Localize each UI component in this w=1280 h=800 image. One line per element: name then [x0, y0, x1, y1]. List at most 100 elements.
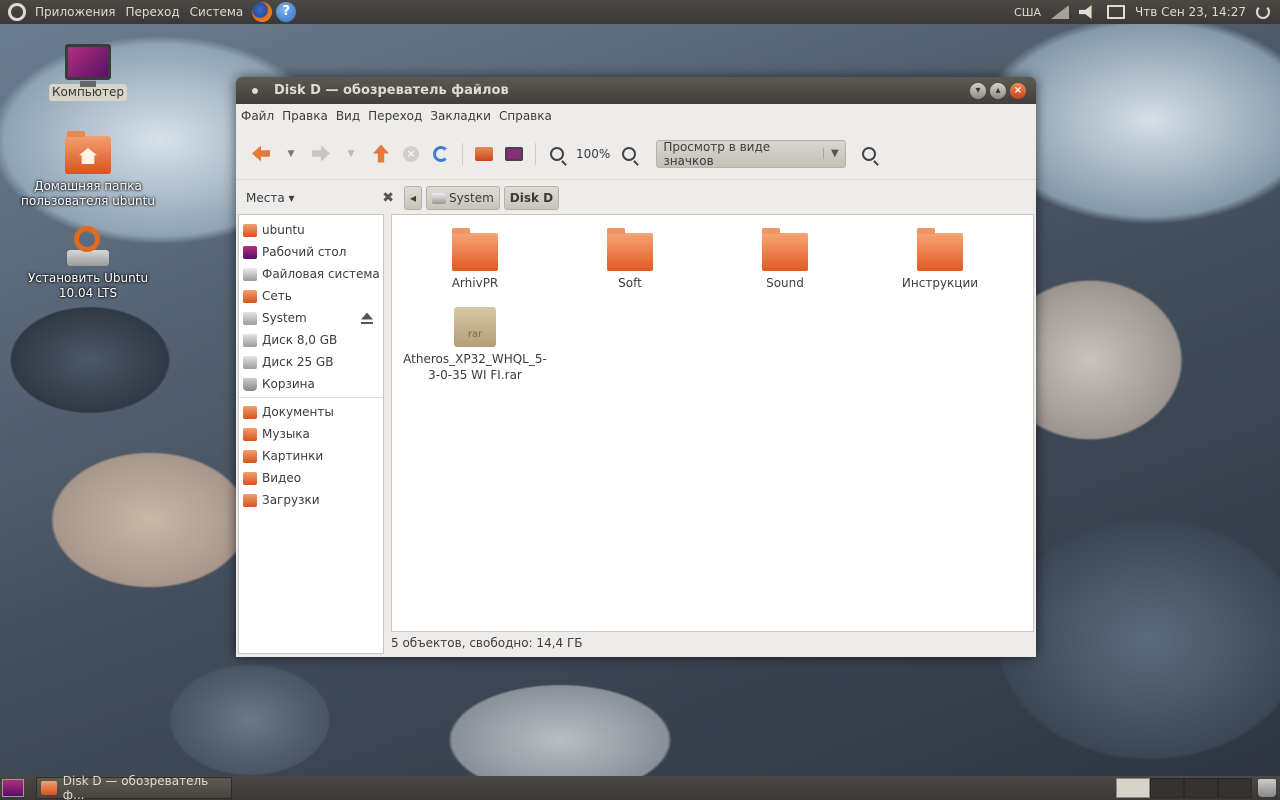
file-view[interactable]: ArhivPR Soft Sound Инструкции rar Athero… — [391, 214, 1034, 632]
menu-help[interactable]: Справка — [495, 109, 556, 123]
desktop-icon-label: Домашняя папка пользователя ubuntu — [21, 179, 155, 208]
menu-places[interactable]: Переход — [121, 5, 185, 19]
zoom-in-icon — [622, 146, 637, 161]
file-name: Sound — [766, 276, 804, 290]
folder-icon — [607, 228, 653, 271]
eject-icon[interactable] — [361, 313, 373, 324]
breadcrumb-disk-d[interactable]: Disk D — [503, 186, 560, 210]
show-desktop-icon[interactable] — [2, 779, 24, 797]
sidebar-separator — [239, 397, 383, 398]
computer-button[interactable] — [503, 143, 525, 165]
network-icon[interactable] — [1050, 5, 1069, 19]
back-button[interactable] — [250, 143, 272, 165]
view-mode-select[interactable]: Просмотр в виде значков ▼ — [656, 139, 847, 168]
sidebar-item-videos[interactable]: Видео — [239, 467, 383, 489]
stop-icon: × — [403, 145, 419, 162]
sidebar-item-disk-25gb[interactable]: Диск 25 GB — [239, 351, 383, 373]
workspace-2[interactable] — [1150, 778, 1184, 798]
toolbar-separator — [535, 142, 536, 165]
menu-bookmarks[interactable]: Закладки — [426, 109, 495, 123]
workspace-3[interactable] — [1184, 778, 1218, 798]
file-manager-icon — [41, 781, 57, 795]
trash-icon[interactable] — [1258, 779, 1276, 797]
clock[interactable]: Чтв Сен 23, 14:27 — [1135, 5, 1246, 19]
sidebar-item-label: Документы — [262, 405, 334, 419]
window-menu-icon[interactable] — [252, 87, 258, 94]
sidebar-item-network[interactable]: Сеть — [239, 285, 383, 307]
power-icon[interactable] — [1256, 5, 1270, 19]
zoom-level[interactable]: 100% — [576, 147, 610, 161]
zoom-out-button[interactable] — [546, 143, 568, 165]
zoom-in-button[interactable] — [618, 143, 640, 165]
sidebar-item-label: Картинки — [262, 449, 324, 463]
file-item[interactable]: rar Atheros_XP32_WHQL_5-3-0-35 WI FI.rar — [400, 307, 550, 383]
taskbar-item[interactable]: Disk D — обозреватель ф... — [36, 774, 232, 800]
menu-view[interactable]: Вид — [332, 109, 364, 123]
breadcrumb-label: Disk D — [509, 191, 554, 205]
sidebar-item-label: Корзина — [262, 377, 315, 391]
reload-button[interactable] — [430, 143, 452, 165]
folder-icon — [917, 228, 963, 271]
search-icon — [862, 146, 877, 161]
desktop-icon-home[interactable]: Домашняя папка пользователя ubuntu — [18, 131, 158, 210]
network-folder-icon — [243, 289, 257, 303]
file-name: Soft — [618, 276, 642, 290]
window-titlebar[interactable]: Disk D — обозреватель файлов ▾ ▴ × — [236, 77, 1036, 104]
ubuntu-logo-icon[interactable] — [8, 3, 26, 21]
forward-history-dropdown[interactable]: ▼ — [340, 143, 362, 165]
file-item[interactable]: Soft — [555, 228, 705, 291]
sidebar-item-label: ubuntu — [262, 223, 305, 237]
volume-icon[interactable] — [1078, 5, 1092, 19]
sidebar-item-music[interactable]: Музыка — [239, 423, 383, 445]
sidebar-item-home[interactable]: ubuntu — [239, 219, 383, 241]
filesystem-icon — [243, 267, 257, 281]
firefox-icon[interactable] — [252, 2, 273, 22]
breadcrumb-scroll-left[interactable]: ◂ — [404, 186, 423, 210]
workspace-1[interactable] — [1116, 778, 1150, 798]
toolbar-separator — [462, 142, 463, 165]
menu-file[interactable]: Файл — [237, 109, 278, 123]
file-item[interactable]: Инструкции — [865, 228, 1015, 291]
file-item[interactable]: Sound — [710, 228, 860, 291]
menu-system[interactable]: Система — [185, 5, 249, 19]
sidebar-item-downloads[interactable]: Загрузки — [239, 489, 383, 511]
sidebar-item-filesystem[interactable]: Файловая система — [239, 263, 383, 285]
maximize-button[interactable]: ▴ — [990, 82, 1006, 99]
menu-edit[interactable]: Правка — [278, 109, 332, 123]
workspace-4[interactable] — [1218, 778, 1252, 798]
close-button[interactable]: × — [1010, 82, 1026, 99]
window-title: Disk D — обозреватель файлов — [274, 83, 509, 98]
sidebar-item-disk-8gb[interactable]: Диск 8,0 GB — [239, 329, 383, 351]
places-sidebar: ubuntu Рабочий стол Файловая система Сет… — [238, 214, 384, 654]
menu-go[interactable]: Переход — [364, 109, 426, 123]
sidebar-item-documents[interactable]: Документы — [239, 401, 383, 423]
forward-button[interactable] — [310, 143, 332, 165]
sidebar-item-label: Рабочий стол — [262, 245, 347, 259]
minimize-button[interactable]: ▾ — [970, 82, 986, 99]
close-sidebar-button[interactable]: ✖ — [382, 190, 394, 206]
places-dropdown[interactable]: Места ▾ — [246, 191, 295, 205]
sidebar-item-desktop[interactable]: Рабочий стол — [239, 241, 383, 263]
search-button[interactable] — [858, 143, 880, 165]
file-item[interactable]: ArhivPR — [400, 228, 550, 291]
menu-applications[interactable]: Приложения — [30, 5, 121, 19]
mail-icon[interactable] — [1106, 5, 1125, 19]
sidebar-item-label: Загрузки — [262, 493, 320, 507]
back-history-dropdown[interactable]: ▼ — [280, 143, 302, 165]
videos-folder-icon — [243, 471, 257, 485]
sidebar-item-system[interactable]: System — [239, 307, 383, 329]
help-icon[interactable]: ? — [276, 2, 297, 22]
top-panel: Приложения Переход Система ? США Чтв Сен… — [0, 0, 1280, 24]
breadcrumb-system[interactable]: System — [426, 186, 500, 210]
desktop-icon-computer[interactable]: Компьютер — [18, 44, 158, 101]
up-button[interactable] — [370, 143, 392, 165]
keyboard-layout-indicator[interactable]: США — [1014, 6, 1041, 19]
sidebar-item-trash[interactable]: Корзина — [239, 373, 383, 395]
desktop-icon-install[interactable]: Установить Ubuntu 10.04 LTS — [18, 226, 158, 302]
stop-button[interactable]: × — [400, 143, 422, 165]
downloads-folder-icon — [243, 493, 257, 507]
folder-icon — [452, 228, 498, 271]
home-button[interactable] — [473, 143, 495, 165]
sidebar-item-pictures[interactable]: Картинки — [239, 445, 383, 467]
back-arrow-icon — [252, 145, 270, 162]
